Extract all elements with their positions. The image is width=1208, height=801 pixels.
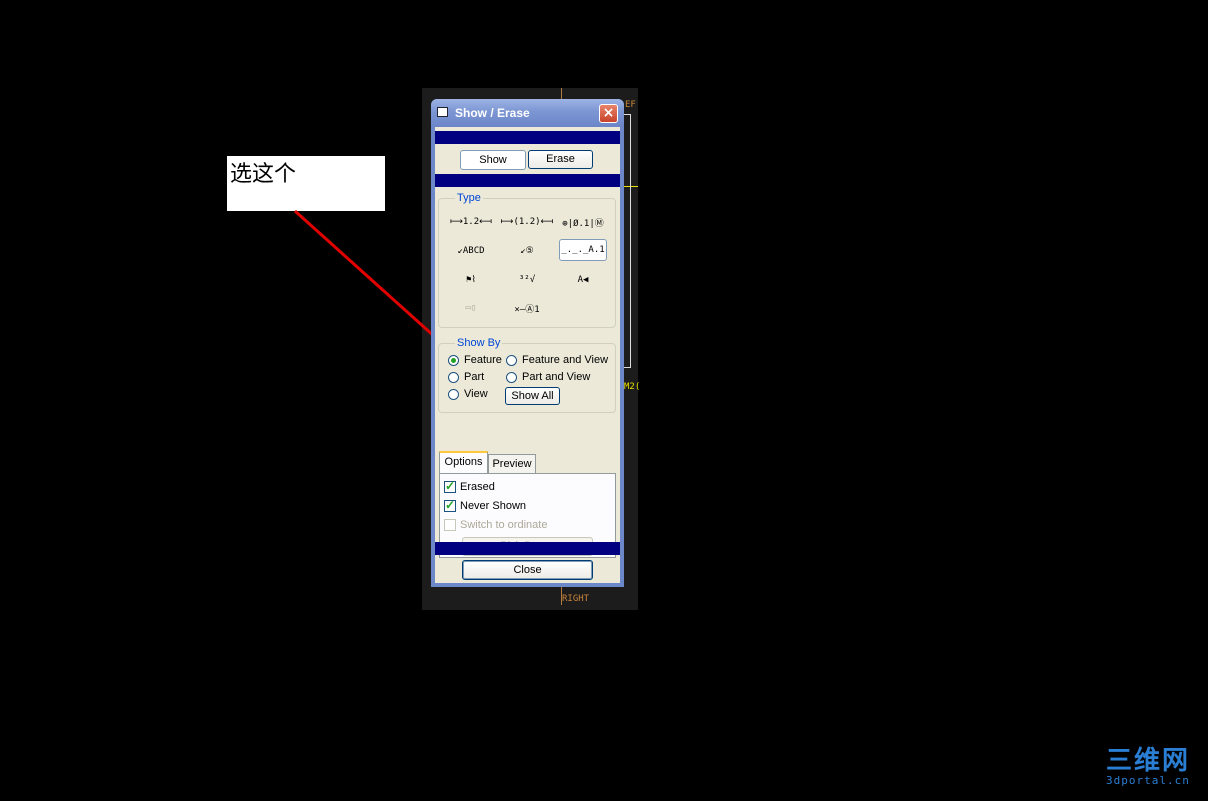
radio-label: Part and View	[522, 371, 591, 383]
callout-box: 选这个	[227, 156, 385, 211]
cad-label: RIGHT	[562, 594, 590, 604]
surface-finish-icon[interactable]: ³²√	[503, 269, 551, 291]
radio-part-and-view[interactable]: Part and View	[506, 371, 590, 383]
radio-button-icon	[448, 354, 459, 366]
symbol-icon[interactable]: ⚑⌇	[447, 269, 495, 291]
type-group-label: Type	[455, 192, 483, 204]
dialog-title: Show / Erase	[455, 106, 530, 120]
axis-icon[interactable]: _._._A.1	[559, 239, 607, 261]
watermark-logo: 三维网 3dportal.cn	[1106, 748, 1190, 787]
callout-text: 选这个	[230, 162, 297, 187]
tab-preview[interactable]: Preview	[488, 454, 536, 474]
erased-checkbox[interactable]: Erased	[444, 479, 495, 493]
watermark-url: 3dportal.cn	[1106, 774, 1190, 787]
radio-feature[interactable]: Feature	[448, 354, 502, 366]
radio-feature-and-view[interactable]: Feature and View	[506, 354, 608, 366]
close-button[interactable]: Close	[462, 560, 593, 580]
reference-dimension-icon[interactable]: ⟼(1.2)⟻	[501, 211, 554, 233]
show-by-group: Show By Feature Feature and View Part Pa…	[438, 337, 616, 413]
show-by-label: Show By	[455, 337, 503, 349]
checkbox-icon	[444, 498, 456, 512]
show-button[interactable]: Show	[460, 150, 526, 170]
type-group: Type ⟼1.2⟻ ⟼(1.2)⟻ ⊕|Ø.1|Ⓜ ↙ABCD ↙⑤ _._.…	[438, 192, 616, 328]
radio-button-icon	[448, 371, 459, 383]
geometric-tolerance-icon[interactable]: ⊕|Ø.1|Ⓜ	[559, 211, 607, 233]
cad-label: M2(	[624, 382, 641, 392]
switch-to-ordinate-checkbox[interactable]: Switch to ordinate	[444, 519, 547, 531]
checkbox-icon	[444, 479, 456, 493]
show-erase-dialog: Show / Erase × Show Erase Type ⟼1.2⟻ ⟼(1…	[431, 99, 624, 587]
radio-button-icon	[506, 354, 517, 366]
checkbox-label: Erased	[460, 481, 495, 493]
radio-label: View	[464, 388, 488, 400]
radio-view[interactable]: View	[448, 388, 488, 400]
dialog-titlebar[interactable]: Show / Erase ×	[431, 99, 624, 127]
checkbox-label: Switch to ordinate	[460, 519, 548, 531]
radio-part[interactable]: Part	[448, 371, 484, 383]
radio-button-icon	[506, 371, 517, 383]
radio-label: Part	[464, 371, 485, 383]
cosmetic-feature-icon[interactable]: ▭▯	[447, 297, 495, 319]
checkbox-label: Never Shown	[460, 500, 527, 512]
dimension-icon[interactable]: ⟼1.2⟻	[447, 211, 495, 233]
window-icon	[437, 107, 448, 117]
never-shown-checkbox[interactable]: Never Shown	[444, 498, 527, 512]
show-all-button[interactable]: Show All	[505, 387, 560, 405]
radio-label: Feature	[464, 354, 502, 366]
tab-options[interactable]: Options	[439, 451, 488, 473]
close-icon[interactable]: ×	[599, 104, 618, 123]
checkbox-icon	[444, 519, 456, 531]
balloon-icon[interactable]: ↙⑤	[503, 240, 551, 262]
radio-label: Feature and View	[522, 354, 609, 366]
divider-band	[435, 131, 620, 144]
divider-band	[435, 542, 620, 555]
dialog-body: Show Erase Type ⟼1.2⟻ ⟼(1.2)⟻ ⊕|Ø.1|Ⓜ ↙A…	[435, 127, 620, 583]
radio-button-icon	[448, 388, 459, 400]
cad-label: EF	[625, 100, 636, 110]
datum-target-icon[interactable]: A◀	[559, 269, 607, 291]
cad-bracket	[624, 114, 631, 368]
divider-band	[435, 174, 620, 187]
note-icon[interactable]: ↙ABCD	[447, 240, 495, 262]
erase-button[interactable]: Erase	[528, 150, 593, 169]
watermark-title: 三维网	[1106, 746, 1191, 776]
datum-plane-icon[interactable]: ×—Ⓐ1	[503, 297, 551, 319]
